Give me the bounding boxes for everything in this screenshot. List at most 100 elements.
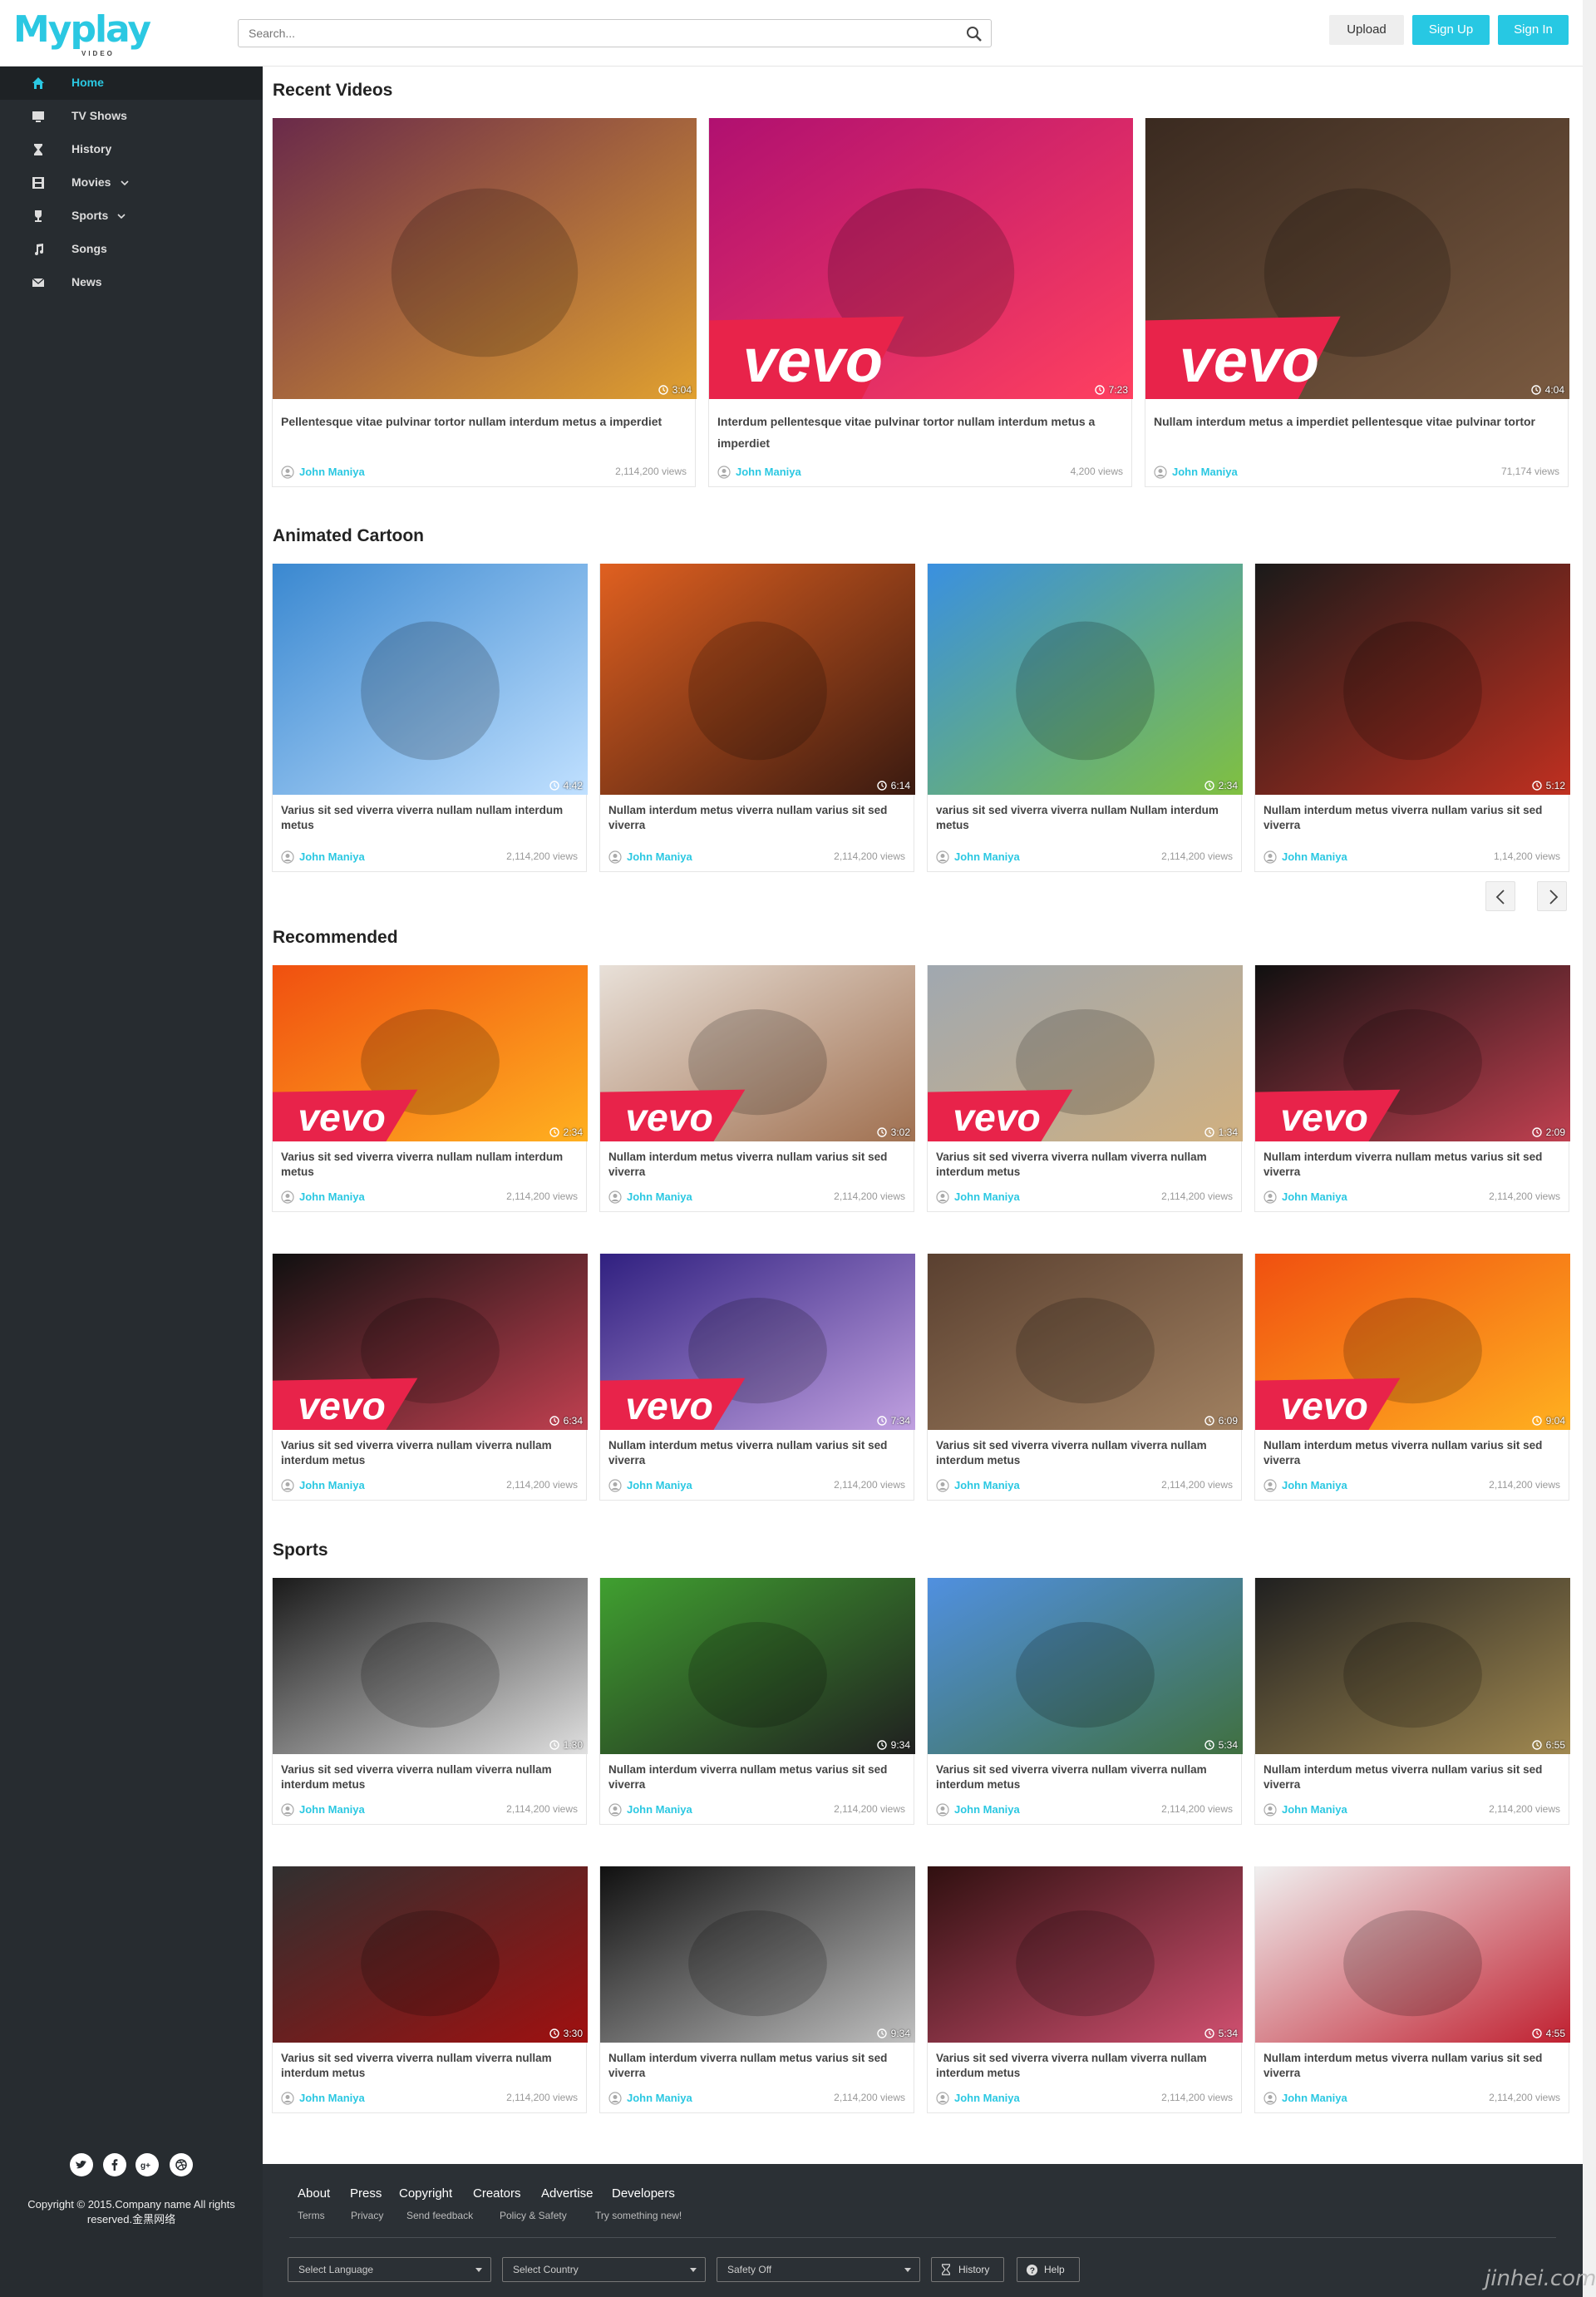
footer-sublink-policy[interactable]: Policy & Safety bbox=[500, 2210, 567, 2221]
video-card[interactable]: 6:55 Nullam interdum metus viverra nullam… bbox=[1254, 1578, 1570, 1825]
author-link[interactable]: John Maniya bbox=[299, 2092, 365, 2104]
country-select[interactable]: Select Country bbox=[502, 2257, 706, 2282]
footer-link-creators[interactable]: Creators bbox=[473, 2186, 521, 2201]
dribbble-icon[interactable] bbox=[170, 2153, 193, 2176]
footer-sublink-feedback[interactable]: Send feedback bbox=[406, 2210, 473, 2221]
sign-up-button[interactable]: Sign Up bbox=[1412, 15, 1490, 45]
video-card[interactable]: 5:12 Nullam interdum metus viverra nullam… bbox=[1254, 564, 1570, 872]
author-link[interactable]: John Maniya bbox=[954, 850, 1020, 863]
video-thumbnail[interactable]: 1:30 bbox=[273, 1578, 588, 1754]
video-card[interactable]: 4:42 Varius sit sed viverra viverra nulla… bbox=[272, 564, 588, 872]
search-input[interactable] bbox=[239, 20, 937, 47]
video-title[interactable]: Nullam interdum metus viverra nullam var… bbox=[1264, 1438, 1562, 1468]
video-title[interactable]: Nullam interdum viverra nullam metus var… bbox=[608, 2051, 907, 2081]
author-link[interactable]: John Maniya bbox=[1282, 2092, 1347, 2104]
video-card[interactable]: vevo 3:02 Nullam interdum metus viverra nu… bbox=[599, 965, 915, 1212]
video-thumbnail[interactable]: 3:04 bbox=[273, 118, 697, 399]
author-link[interactable]: John Maniya bbox=[627, 2092, 692, 2104]
video-title[interactable]: Nullam interdum metus viverra nullam var… bbox=[1264, 2051, 1562, 2081]
video-title[interactable]: Varius sit sed viverra viverra nullam nu… bbox=[281, 1150, 579, 1180]
video-card[interactable]: vevo 2:34 Varius sit sed viverra viverra n… bbox=[272, 965, 588, 1212]
sidebar-item-movies[interactable]: Movies bbox=[0, 166, 263, 200]
video-card[interactable]: 1:30 Varius sit sed viverra viverra nulla… bbox=[272, 1578, 588, 1825]
sidebar-item-home[interactable]: Home bbox=[0, 67, 263, 100]
prev-arrow-button[interactable] bbox=[1485, 881, 1515, 911]
footer-sublink-privacy[interactable]: Privacy bbox=[351, 2210, 383, 2221]
author-link[interactable]: John Maniya bbox=[299, 1190, 365, 1203]
video-card[interactable]: 5:34 Varius sit sed viverra viverra nulla… bbox=[927, 1578, 1243, 1825]
footer-link-developers[interactable]: Developers bbox=[612, 2186, 675, 2201]
author-link[interactable]: John Maniya bbox=[627, 1479, 692, 1491]
video-thumbnail[interactable]: 9:34 bbox=[600, 1866, 915, 2043]
page-scrollbar[interactable] bbox=[1583, 0, 1596, 2297]
sidebar-item-history[interactable]: History bbox=[0, 133, 263, 166]
video-thumbnail[interactable]: 2:34 bbox=[928, 564, 1243, 795]
video-thumbnail[interactable]: 4:55 bbox=[1255, 1866, 1570, 2043]
facebook-icon[interactable] bbox=[103, 2153, 126, 2176]
video-title[interactable]: Nullam interdum metus a imperdiet pellen… bbox=[1154, 411, 1561, 432]
video-title[interactable]: Varius sit sed viverra viverra nullam vi… bbox=[281, 1762, 579, 1792]
author-link[interactable]: John Maniya bbox=[299, 466, 365, 478]
video-card[interactable]: vevo 4:04 Nullam interdum metus a imperdie… bbox=[1145, 118, 1569, 487]
video-card[interactable]: vevo 6:34 Varius sit sed viverra viverra n… bbox=[272, 1254, 588, 1501]
video-title[interactable]: Nullam interdum viverra nullam metus var… bbox=[608, 1762, 907, 1792]
author-link[interactable]: John Maniya bbox=[954, 2092, 1020, 2104]
video-title[interactable]: Pellentesque vitae pulvinar tortor nulla… bbox=[281, 411, 688, 432]
author-link[interactable]: John Maniya bbox=[627, 1190, 692, 1203]
video-thumbnail[interactable]: vevo 4:04 bbox=[1145, 118, 1569, 399]
video-card[interactable]: 6:14 Nullam interdum metus viverra nullam… bbox=[599, 564, 915, 872]
video-title[interactable]: Varius sit sed viverra viverra nullam vi… bbox=[281, 2051, 579, 2081]
video-title[interactable]: Varius sit sed viverra viverra nullam vi… bbox=[281, 1438, 579, 1468]
video-title[interactable]: Varius sit sed viverra viverra nullam vi… bbox=[936, 1150, 1234, 1180]
language-select[interactable]: Select Language bbox=[288, 2257, 491, 2282]
video-thumbnail[interactable]: vevo 7:23 bbox=[709, 118, 1133, 399]
footer-link-press[interactable]: Press bbox=[350, 2186, 382, 2201]
author-link[interactable]: John Maniya bbox=[954, 1803, 1020, 1816]
footer-link-about[interactable]: About bbox=[298, 2186, 330, 2201]
author-link[interactable]: John Maniya bbox=[299, 850, 365, 863]
sidebar-item-tv-shows[interactable]: TV Shows bbox=[0, 100, 263, 133]
twitter-icon[interactable] bbox=[70, 2153, 93, 2176]
sidebar-item-songs[interactable]: Songs bbox=[0, 233, 263, 266]
video-card[interactable]: 4:55 Nullam interdum metus viverra nullam… bbox=[1254, 1866, 1570, 2113]
author-link[interactable]: John Maniya bbox=[1282, 1803, 1347, 1816]
video-thumbnail[interactable]: vevo 6:34 bbox=[273, 1254, 588, 1430]
video-title[interactable]: varius sit sed viverra viverra nullam Nu… bbox=[936, 803, 1234, 833]
video-title[interactable]: Nullam interdum metus viverra nullam var… bbox=[608, 1438, 907, 1468]
video-card[interactable]: 9:34 Nullam interdum viverra nullam metus… bbox=[599, 1578, 915, 1825]
video-thumbnail[interactable]: 3:30 bbox=[273, 1866, 588, 2043]
next-arrow-button[interactable] bbox=[1537, 881, 1567, 911]
footer-link-copyright[interactable]: Copyright bbox=[399, 2186, 452, 2201]
author-link[interactable]: John Maniya bbox=[736, 466, 801, 478]
upload-button[interactable]: Upload bbox=[1329, 15, 1404, 45]
author-link[interactable]: John Maniya bbox=[627, 850, 692, 863]
video-card[interactable]: 3:04 Pellentesque vitae pulvinar tortor n… bbox=[272, 118, 697, 487]
footer-sublink-try-new[interactable]: Try something new! bbox=[595, 2210, 682, 2221]
footer-sublink-terms[interactable]: Terms bbox=[298, 2210, 325, 2221]
video-card[interactable]: vevo 7:34 Nullam interdum metus viverra nu… bbox=[599, 1254, 915, 1501]
video-thumbnail[interactable]: vevo 7:34 bbox=[600, 1254, 915, 1430]
video-thumbnail[interactable]: vevo 9:04 bbox=[1255, 1254, 1570, 1430]
video-title[interactable]: Varius sit sed viverra viverra nullam vi… bbox=[936, 1762, 1234, 1792]
safety-select[interactable]: Safety Off bbox=[717, 2257, 920, 2282]
video-card[interactable]: vevo 9:04 Nullam interdum metus viverra nu… bbox=[1254, 1254, 1570, 1501]
author-link[interactable]: John Maniya bbox=[1282, 1190, 1347, 1203]
video-thumbnail[interactable]: vevo 1:34 bbox=[928, 965, 1243, 1141]
video-card[interactable]: 5:34 Varius sit sed viverra viverra nulla… bbox=[927, 1866, 1243, 2113]
video-thumbnail[interactable]: 5:12 bbox=[1255, 564, 1570, 795]
author-link[interactable]: John Maniya bbox=[627, 1803, 692, 1816]
author-link[interactable]: John Maniya bbox=[299, 1803, 365, 1816]
help-button[interactable]: ? Help bbox=[1017, 2257, 1080, 2282]
footer-link-advertise[interactable]: Advertise bbox=[541, 2186, 594, 2201]
video-title[interactable]: Varius sit sed viverra viverra nullam vi… bbox=[936, 2051, 1234, 2081]
video-title[interactable]: Nullam interdum viverra nullam metus var… bbox=[1264, 1150, 1562, 1180]
author-link[interactable]: John Maniya bbox=[1282, 850, 1347, 863]
video-card[interactable]: 2:34 varius sit sed viverra viverra nulla… bbox=[927, 564, 1243, 872]
video-title[interactable]: Nullam interdum metus viverra nullam var… bbox=[1264, 1762, 1562, 1792]
video-card[interactable]: 3:30 Varius sit sed viverra viverra nulla… bbox=[272, 1866, 588, 2113]
logo[interactable]: Myplay VIDEO bbox=[13, 8, 151, 58]
author-link[interactable]: John Maniya bbox=[1172, 466, 1238, 478]
video-title[interactable]: Nullam interdum metus viverra nullam var… bbox=[608, 1150, 907, 1180]
video-title[interactable]: Varius sit sed viverra viverra nullam vi… bbox=[936, 1438, 1234, 1468]
video-thumbnail[interactable]: 5:34 bbox=[928, 1578, 1243, 1754]
